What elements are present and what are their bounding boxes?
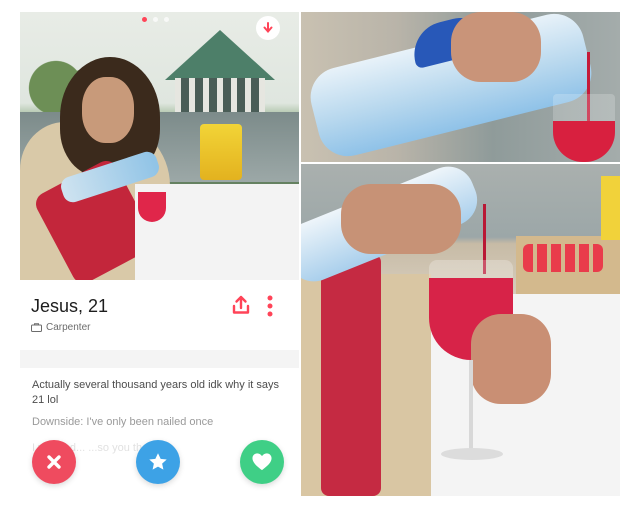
- share-icon[interactable]: [230, 294, 252, 316]
- section-divider: [20, 350, 299, 368]
- candy-box: [601, 176, 620, 240]
- photo-pagination: [142, 17, 169, 22]
- person-face: [82, 77, 134, 143]
- screenshot-collage: Jesus, 21 Carpenter Actually several tho…: [20, 12, 620, 496]
- hand: [471, 314, 551, 404]
- photo-dot-active[interactable]: [142, 17, 147, 22]
- photo-pouring-bottom: [301, 164, 620, 496]
- candy-bag: [200, 124, 242, 180]
- glass-base: [441, 448, 503, 460]
- more-vertical-icon[interactable]: [266, 294, 274, 318]
- hand: [451, 12, 541, 82]
- gazebo-roof: [165, 30, 275, 80]
- profile-bio: Actually several thousand years old idk …: [32, 379, 280, 406]
- glass-stem: [469, 360, 473, 450]
- profile-occupation: Carpenter: [31, 322, 90, 333]
- profile-photo[interactable]: [20, 12, 299, 280]
- close-icon: [47, 455, 61, 469]
- briefcase-icon: [31, 323, 42, 332]
- heart-icon: [252, 453, 272, 471]
- super-like-button[interactable]: [136, 440, 180, 484]
- candies: [523, 244, 603, 272]
- hand: [341, 184, 461, 254]
- profile-downside: Downside: I've only been nailed once: [32, 416, 214, 428]
- photo-pouring-top: [301, 12, 620, 162]
- wine-glass: [553, 94, 615, 162]
- nope-button[interactable]: [32, 440, 76, 484]
- profile-details: Jesus, 21 Carpenter Actually several tho…: [20, 280, 299, 496]
- red-sash: [321, 254, 381, 496]
- profile-info-button[interactable]: [256, 16, 280, 40]
- photo-dot[interactable]: [153, 17, 158, 22]
- arrow-down-icon: [263, 22, 273, 34]
- photo-dot[interactable]: [164, 17, 169, 22]
- wine-glass: [138, 192, 166, 222]
- star-icon: [149, 453, 167, 470]
- occupation-label: Carpenter: [46, 322, 91, 333]
- like-button[interactable]: [240, 440, 284, 484]
- profile-name-age: Jesus, 21: [31, 296, 109, 316]
